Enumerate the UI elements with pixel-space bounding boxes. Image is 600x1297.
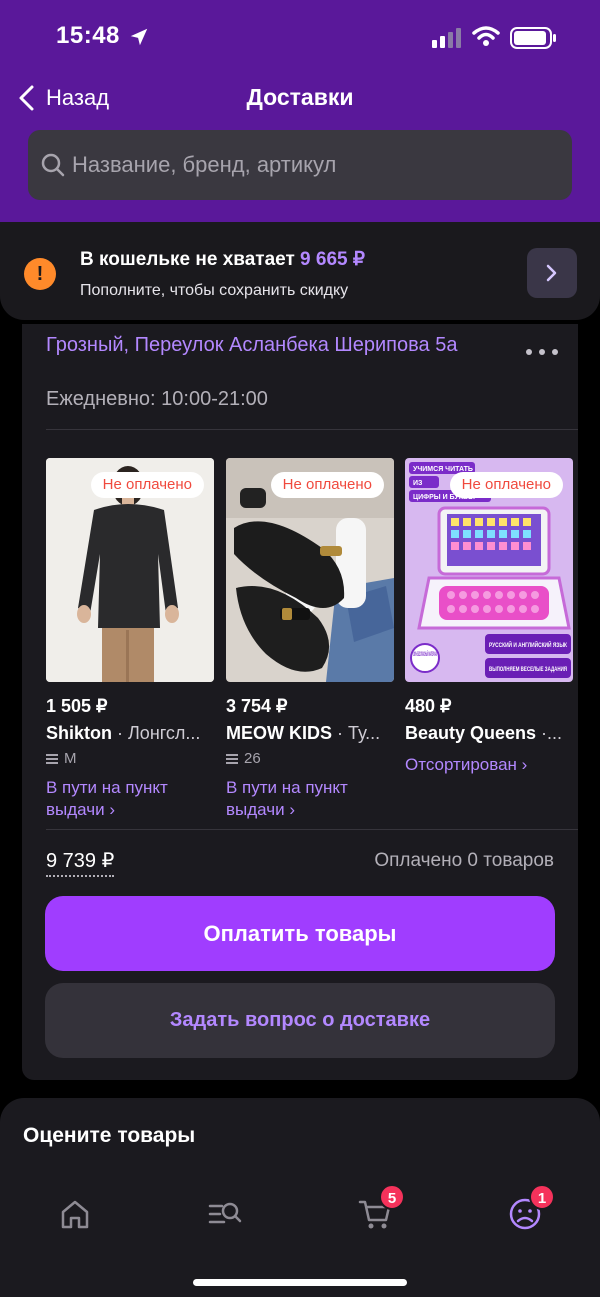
chevron-right-icon xyxy=(546,264,557,282)
product-price: 3 754 ₽ xyxy=(226,696,288,716)
rate-items-title[interactable]: Оцените товары xyxy=(23,1124,195,1148)
delivery-status-link[interactable]: Отсортирован › xyxy=(405,754,573,776)
product-title: · Ту... xyxy=(332,723,381,743)
paid-count: Оплачено 0 товаров xyxy=(374,850,554,871)
wallet-title-text: В кошельке не хватает xyxy=(80,249,295,270)
back-button[interactable]: Назад xyxy=(16,80,109,116)
wifi-icon xyxy=(472,26,500,46)
toy-label-tasks: ВЫПОЛНЯЕМ ВЕСЕЛЫЕ ЗАДАНИЯ xyxy=(489,667,567,673)
product-name: Beauty Queens ·... xyxy=(405,723,573,744)
delivery-status-link[interactable]: В пути на пункт выдачи › xyxy=(226,777,394,821)
dot xyxy=(539,349,545,355)
warning-icon: ! xyxy=(24,258,56,290)
wallet-banner[interactable]: ! В кошельке не хватает 9 665 ₽ Пополнит… xyxy=(0,222,600,320)
home-icon xyxy=(61,1200,89,1229)
size-icon xyxy=(46,753,58,764)
search-input[interactable] xyxy=(72,152,552,178)
wallet-open-button[interactable] xyxy=(527,248,577,298)
tab-profile[interactable]: 1 xyxy=(507,1184,555,1232)
wallet-subtitle: Пополните, чтобы сохранить скидку xyxy=(80,282,349,299)
product-size-value: 26 xyxy=(244,750,261,767)
product-image: Не оплачено xyxy=(46,458,214,682)
toy-banner-mid1: ИЗ xyxy=(413,480,423,487)
product-list: Не оплачено 1 505 ₽ Shikton · Лонгсл... … xyxy=(46,458,578,828)
cellular-signal-icon xyxy=(432,28,461,48)
tab-home[interactable] xyxy=(57,1196,93,1232)
divider xyxy=(46,429,578,430)
tab-catalog[interactable] xyxy=(207,1196,243,1232)
product-brand: Shikton xyxy=(46,723,112,743)
product-brand: MEOW KIDS xyxy=(226,723,332,743)
status-time: 15:48 xyxy=(56,22,120,49)
search-icon xyxy=(41,153,65,177)
toy-seal: 100% БЕЗОПАСНЫЙ МАТЕРИАЛ xyxy=(413,650,437,658)
top-bar: 15:48 Назад Доставки xyxy=(0,0,600,222)
product-size: 26 xyxy=(226,750,394,767)
product-price: 480 ₽ xyxy=(405,696,452,716)
dot xyxy=(552,349,558,355)
home-indicator xyxy=(193,1279,407,1286)
product-card[interactable]: Не оплачено 1 505 ₽ Shikton · Лонгсл... … xyxy=(46,458,214,821)
back-label: Назад xyxy=(46,85,110,110)
pay-items-button[interactable]: Оплатить товары xyxy=(45,896,555,971)
search-bar[interactable] xyxy=(28,130,572,200)
product-card[interactable]: Не оплачено 3 754 ₽ MEOW KIDS · Ту... 26… xyxy=(226,458,394,821)
cart-count-badge: 5 xyxy=(379,1184,405,1210)
profile-notification-badge: 1 xyxy=(529,1184,555,1210)
pickup-hours: Ежедневно: 10:00-21:00 xyxy=(46,388,268,410)
chevron-left-icon xyxy=(19,85,34,111)
product-title: · Лонгсл... xyxy=(112,723,201,743)
tab-bar: 5 1 xyxy=(0,1180,600,1260)
ask-delivery-question-button[interactable]: Задать вопрос о доставке xyxy=(45,983,555,1058)
unpaid-badge: Не оплачено xyxy=(90,472,204,498)
order-total[interactable]: 9 739 ₽ xyxy=(46,848,115,877)
delivery-card: Грозный, Переулок Асланбека Шерипова 5а … xyxy=(22,324,578,1080)
wallet-title: В кошельке не хватает 9 665 ₽ xyxy=(80,248,365,271)
delivery-address[interactable]: Грозный, Переулок Асланбека Шерипова 5а xyxy=(46,332,486,358)
product-title: ·... xyxy=(536,723,563,743)
product-image: Не оплачено xyxy=(226,458,394,682)
delivery-status-link[interactable]: В пути на пункт выдачи › xyxy=(46,777,214,821)
product-card[interactable]: УЧИМСЯ ЧИТАТЬ ИЗ ЦИФРЫ И БУКВЫ 100% БЕЗО… xyxy=(405,458,573,776)
battery-icon xyxy=(510,27,556,49)
product-price: 1 505 ₽ xyxy=(46,696,108,716)
status-bar: 15:48 xyxy=(0,18,600,58)
unpaid-badge: Не оплачено xyxy=(449,472,563,498)
product-brand: Beauty Queens xyxy=(405,723,537,743)
catalog-search-icon xyxy=(208,1202,242,1224)
divider xyxy=(46,829,578,830)
wallet-shortfall-amount: 9 665 ₽ xyxy=(300,249,365,270)
product-name: MEOW KIDS · Ту... xyxy=(226,723,394,744)
product-size-value: M xyxy=(64,750,77,767)
product-name: Shikton · Лонгсл... xyxy=(46,723,214,744)
toy-label-languages: РУССКИЙ И АНГЛИЙСКИЙ ЯЗЫК xyxy=(489,641,567,649)
product-size: M xyxy=(46,750,214,767)
tab-cart[interactable]: 5 xyxy=(357,1184,405,1232)
more-options-button[interactable] xyxy=(522,340,562,364)
dot xyxy=(526,349,532,355)
unpaid-badge: Не оплачено xyxy=(270,472,384,498)
size-icon xyxy=(226,753,238,764)
location-arrow-icon xyxy=(130,28,148,46)
product-image: УЧИМСЯ ЧИТАТЬ ИЗ ЦИФРЫ И БУКВЫ 100% БЕЗО… xyxy=(405,458,573,682)
